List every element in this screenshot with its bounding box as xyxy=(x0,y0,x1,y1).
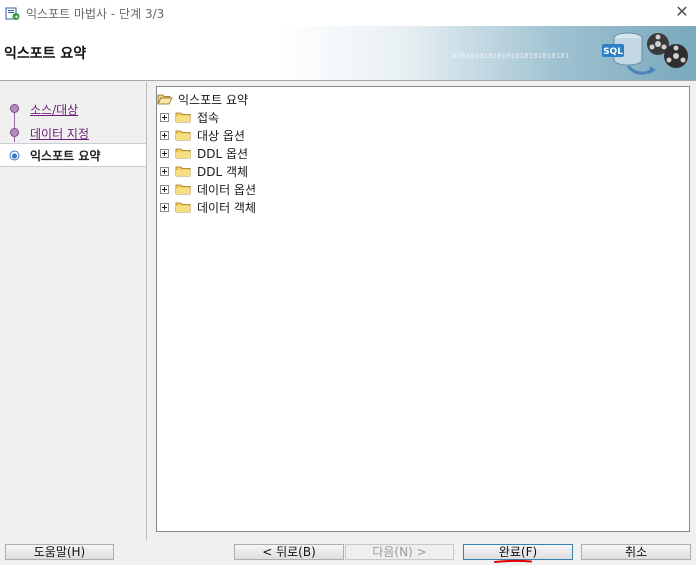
wizard-steps-nav: 소스/대상 데이터 지정 익스포트 요약 xyxy=(0,82,146,532)
tree-node-label: 접속 xyxy=(197,111,220,125)
step-source-target[interactable]: 소스/대상 xyxy=(0,98,146,120)
banner-divider xyxy=(0,80,696,81)
step-link-source-target[interactable]: 소스/대상 xyxy=(30,101,78,118)
title-bar: 익스포트 마법사 - 단계 3/3 ✕ xyxy=(0,0,696,26)
wizard-header-banner: 익스포트 요약 01010101010101010101010101 SQL xyxy=(0,26,696,80)
folder-icon xyxy=(175,202,191,213)
step-visited-icon xyxy=(10,128,19,137)
folder-icon xyxy=(175,166,191,177)
plus-box-icon[interactable] xyxy=(160,149,169,158)
tree-node-label: 데이터 옵션 xyxy=(197,183,257,197)
close-icon[interactable]: ✕ xyxy=(672,2,692,22)
page-title: 익스포트 요약 xyxy=(4,46,87,62)
folder-icon xyxy=(175,130,191,141)
summary-tree-panel[interactable]: 익스포트 요약 접속 대상 옵션 DDL 옵션 DDL 객체 데이터 옵션 데이… xyxy=(156,86,690,532)
help-button[interactable]: 도움말(H) xyxy=(5,544,114,560)
folder-icon xyxy=(175,184,191,195)
banner-binary-decoration: 01010101010101010101010101 xyxy=(452,52,570,60)
folder-icon xyxy=(175,112,191,123)
tree-node-label: DDL 객체 xyxy=(197,165,249,179)
panel-separator xyxy=(146,82,147,540)
next-button[interactable]: 다음(N) > xyxy=(345,544,454,560)
step-export-summary: 익스포트 요약 xyxy=(0,143,146,167)
plus-box-icon[interactable] xyxy=(160,203,169,212)
open-folder-icon xyxy=(157,94,173,105)
plus-box-icon[interactable] xyxy=(160,113,169,122)
plus-box-icon[interactable] xyxy=(160,185,169,194)
tree-node-label: 데이터 객체 xyxy=(197,201,257,215)
step-current-label: 익스포트 요약 xyxy=(30,149,101,163)
wizard-app-icon xyxy=(5,7,20,20)
tree-node-label: DDL 옵션 xyxy=(197,147,249,161)
tree-root-label: 익스포트 요약 xyxy=(178,93,249,107)
red-annotation-underline xyxy=(494,559,532,563)
back-button[interactable]: < 뒤로(B) xyxy=(234,544,344,560)
window-title: 익스포트 마법사 - 단계 3/3 xyxy=(26,7,165,21)
step-specify-data[interactable]: 데이터 지정 xyxy=(0,122,146,144)
cancel-button[interactable]: 취소 xyxy=(581,544,691,560)
plus-box-icon[interactable] xyxy=(160,167,169,176)
plus-box-icon[interactable] xyxy=(160,131,169,140)
sql-export-graphic: SQL xyxy=(602,32,688,75)
folder-icon xyxy=(175,148,191,159)
step-link-specify-data[interactable]: 데이터 지정 xyxy=(30,125,89,142)
tree-node-label: 대상 옵션 xyxy=(197,129,245,143)
svg-text:SQL: SQL xyxy=(603,47,623,57)
step-current-icon xyxy=(9,150,20,161)
finish-button[interactable]: 완료(F) xyxy=(463,544,573,560)
step-visited-icon xyxy=(10,104,19,113)
